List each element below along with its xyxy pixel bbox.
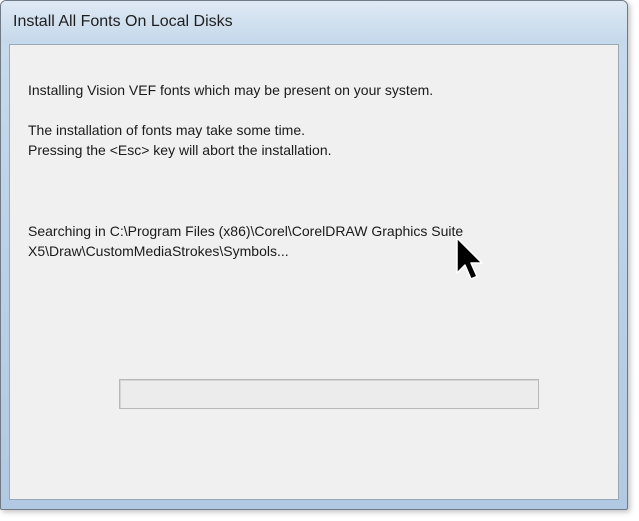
search-path-status: Searching in C:\Program Files (x86)\Core…	[28, 223, 464, 259]
dialog-content: Installing Vision VEF fonts which may be…	[9, 44, 619, 500]
installing-message: Installing Vision VEF fonts which may be…	[28, 82, 434, 98]
abort-note-message: Pressing the <Esc> key will abort the in…	[28, 142, 332, 158]
install-progress-bar	[119, 379, 539, 409]
mouse-pointer-icon	[456, 237, 483, 280]
title-bar[interactable]: Install All Fonts On Local Disks	[1, 1, 627, 43]
window-title: Install All Fonts On Local Disks	[13, 13, 233, 30]
install-fonts-dialog: Install All Fonts On Local Disks Install…	[0, 0, 628, 510]
time-note-message: The installation of fonts may take some …	[28, 122, 306, 138]
